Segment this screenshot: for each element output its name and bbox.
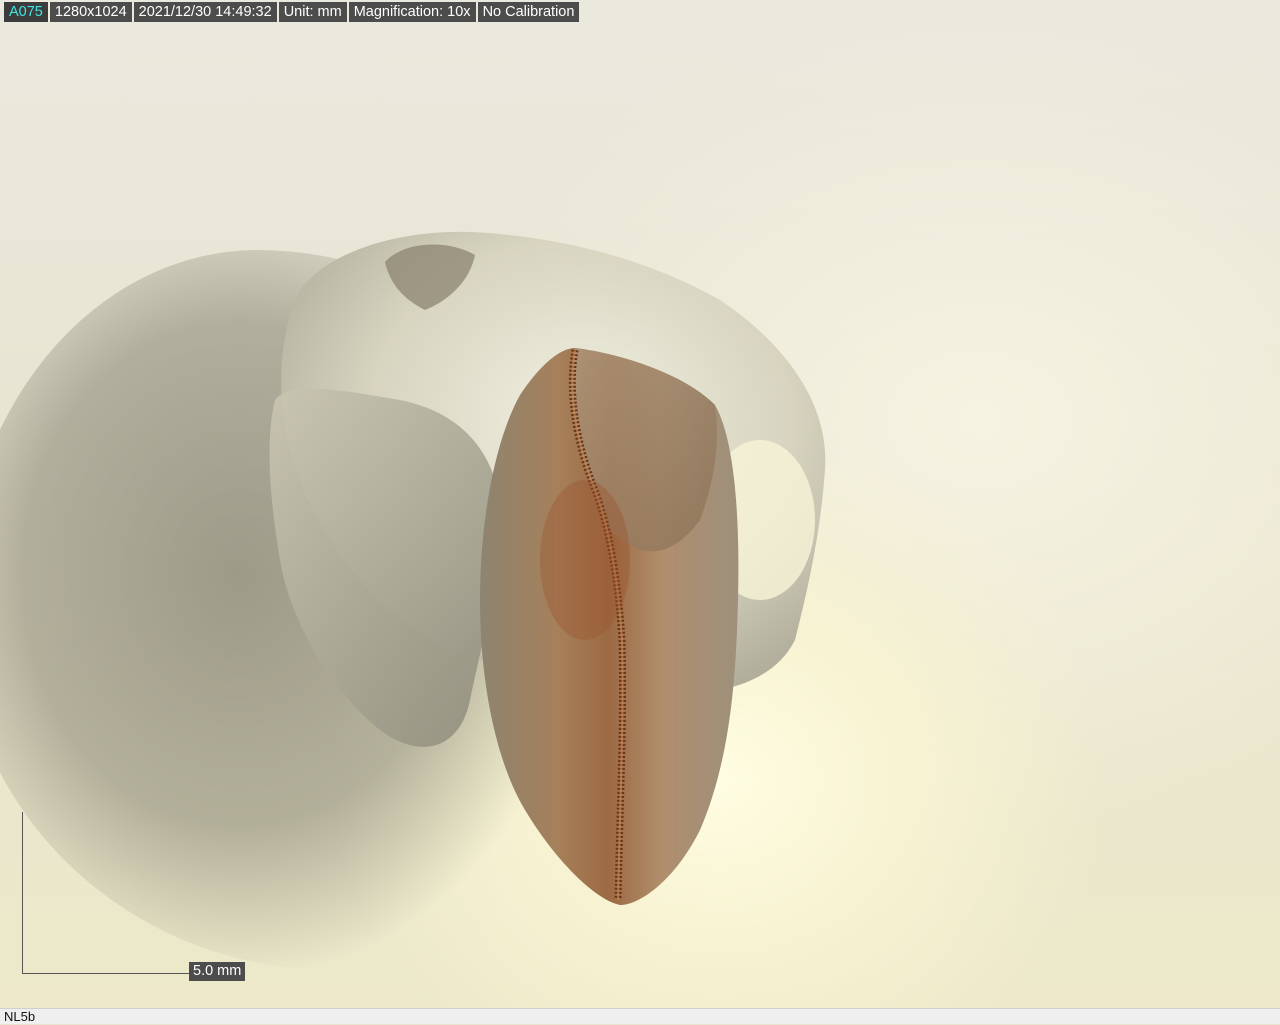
scale-bar <box>22 812 192 974</box>
microscope-image-viewport: A075 1280x1024 2021/12/30 14:49:32 Unit:… <box>0 0 1280 1008</box>
scale-bar-vertical-line <box>22 812 23 974</box>
status-bar: NL5b <box>0 1008 1280 1024</box>
unit-label: Unit: mm <box>278 2 347 22</box>
calibration-label: No Calibration <box>477 2 580 22</box>
scale-bar-horizontal-line <box>22 973 192 974</box>
magnification-label: Magnification: 10x <box>348 2 476 22</box>
fossil-tooth-photo <box>269 231 826 905</box>
matrix-rock-left <box>269 388 501 747</box>
resolution-label: 1280x1024 <box>49 2 132 22</box>
camera-id-label: A075 <box>4 2 48 22</box>
scale-bar-label: 5.0 mm <box>189 962 246 981</box>
camera-info-overlay: A075 1280x1024 2021/12/30 14:49:32 Unit:… <box>4 2 580 22</box>
datetime-label: 2021/12/30 14:49:32 <box>133 2 277 22</box>
sample-name-label: NL5b <box>4 1009 36 1024</box>
tooth-wear-zone <box>540 480 630 640</box>
